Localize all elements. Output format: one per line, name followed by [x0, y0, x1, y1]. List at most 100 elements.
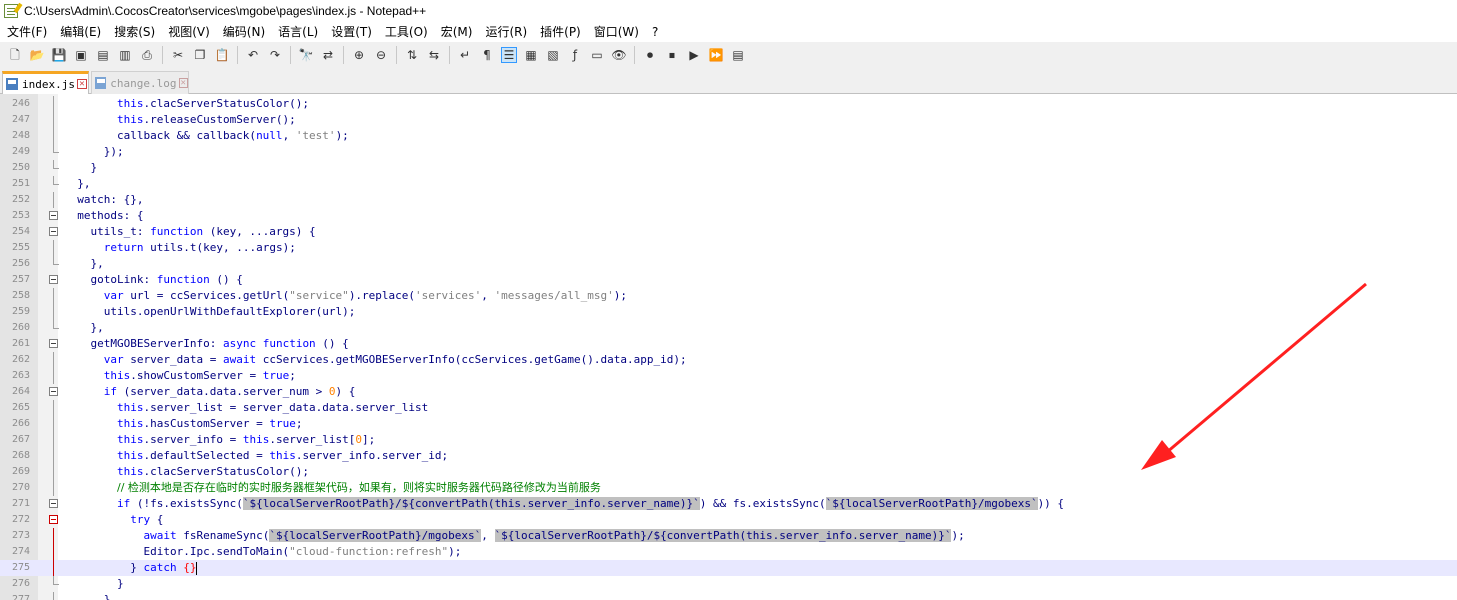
menu-item[interactable]: 视图(V): [161, 22, 216, 42]
code-line[interactable]: 255 return utils.t(key, ...args);: [0, 240, 1457, 256]
find-icon[interactable]: 🔭: [298, 47, 314, 63]
new-file-icon[interactable]: 🗋: [7, 47, 23, 63]
code-line[interactable]: 271 if (!fs.existsSync(`${localServerRoo…: [0, 496, 1457, 512]
code-line[interactable]: 259 utils.openUrlWithDefaultExplorer(url…: [0, 304, 1457, 320]
code-text: this.server_list = server_data.data.serv…: [64, 400, 428, 416]
save-icon[interactable]: 💾: [51, 47, 67, 63]
word-wrap-icon[interactable]: ↵: [457, 47, 473, 63]
menu-item[interactable]: 语言(L): [271, 22, 324, 42]
menu-item[interactable]: 编辑(E): [53, 22, 107, 42]
stop-macro-icon[interactable]: ⏹: [664, 47, 680, 63]
code-line[interactable]: 256 },: [0, 256, 1457, 272]
close-icon[interactable]: ✕: [76, 79, 87, 89]
fold-end: [53, 160, 59, 169]
code-line[interactable]: 251 },: [0, 176, 1457, 192]
code-line[interactable]: 270 // 检测本地是否存在临时的实时服务器框架代码，如果有，则将实时服务器代…: [0, 480, 1457, 496]
code-token: ];: [362, 433, 376, 446]
copy-icon[interactable]: ❐: [192, 47, 208, 63]
code-token: this: [103, 369, 131, 382]
show-all-chars-icon[interactable]: ¶: [479, 47, 495, 63]
code-text: if (server_data.data.server_num > 0) {: [64, 384, 356, 400]
fold-line: [53, 416, 54, 432]
tab-label: change.log: [110, 76, 177, 90]
code-line[interactable]: 273 await fsRenameSync(`${localServerRoo…: [0, 528, 1457, 544]
code-token: true: [269, 417, 296, 430]
code-line[interactable]: 261 getMGOBEServerInfo: async function (…: [0, 336, 1457, 352]
menu-item[interactable]: 运行(R): [478, 22, 533, 42]
user-language-icon[interactable]: ▦: [523, 47, 539, 63]
code-text: });: [64, 144, 124, 160]
close-icon[interactable]: ✕: [178, 78, 188, 88]
run-macro-multiple-icon[interactable]: ⏩: [708, 47, 724, 63]
save-all-icon[interactable]: ▣: [73, 47, 89, 63]
code-line[interactable]: 277 }: [0, 592, 1457, 600]
code-line[interactable]: 276 }: [0, 576, 1457, 592]
menu-item[interactable]: 窗口(W): [587, 22, 645, 42]
menu-item[interactable]: 文件(F): [0, 22, 53, 42]
code-token: .releaseCustomServer();: [143, 113, 296, 126]
menu-item[interactable]: 设置(T): [324, 22, 378, 42]
function-list-icon[interactable]: ƒ: [567, 47, 583, 63]
menu-item[interactable]: 宏(M): [434, 22, 479, 42]
code-editor[interactable]: 246 this.clacServerStatusColor(); 247 thi…: [0, 94, 1457, 600]
print-icon[interactable]: ⎙: [139, 47, 155, 63]
tab-index-js[interactable]: index.js ✕: [2, 71, 89, 94]
menu-item[interactable]: 搜索(S): [107, 22, 161, 42]
redo-icon[interactable]: ↷: [267, 47, 283, 63]
menu-item[interactable]: 编码(N): [216, 22, 271, 42]
code-line[interactable]: 272 try {: [0, 512, 1457, 528]
code-line[interactable]: 260 },: [0, 320, 1457, 336]
code-line[interactable]: 267 this.server_info = this.server_list[…: [0, 432, 1457, 448]
code-token: .showCustomServer =: [130, 369, 263, 382]
code-line[interactable]: 275 } catch {}: [0, 560, 1457, 576]
code-line[interactable]: 258 var url = ccServices.getUrl("service…: [0, 288, 1457, 304]
menu-item[interactable]: 工具(O): [378, 22, 434, 42]
fold-line: [53, 544, 54, 560]
zoom-in-icon[interactable]: ⊕: [351, 47, 367, 63]
cut-icon[interactable]: ✂: [170, 47, 186, 63]
sync-vertical-icon[interactable]: ⇅: [404, 47, 420, 63]
replace-icon[interactable]: ⇄: [320, 47, 336, 63]
code-line[interactable]: 252 watch: {},: [0, 192, 1457, 208]
record-macro-icon[interactable]: ⏺: [642, 47, 658, 63]
zoom-out-icon[interactable]: ⊖: [373, 47, 389, 63]
code-line[interactable]: 250 }: [0, 160, 1457, 176]
code-token: gotoLink:: [64, 273, 157, 286]
fold-minus-icon: [49, 275, 58, 284]
code-line[interactable]: 249 });: [0, 144, 1457, 160]
play-macro-icon[interactable]: ▶: [686, 47, 702, 63]
folder-workspace-icon[interactable]: ▭: [589, 47, 605, 63]
code-line[interactable]: 254 utils_t: function (key, ...args) {: [0, 224, 1457, 240]
line-number: 277: [11, 594, 30, 600]
code-line[interactable]: 257 gotoLink: function () {: [0, 272, 1457, 288]
doc-map-icon[interactable]: ▧: [545, 47, 561, 63]
code-line[interactable]: 246 this.clacServerStatusColor();: [0, 96, 1457, 112]
code-line[interactable]: 262 var server_data = await ccServices.g…: [0, 352, 1457, 368]
fold-end: [53, 144, 59, 153]
indent-guide-icon[interactable]: ☰: [501, 46, 517, 63]
monitoring-icon[interactable]: 👁: [611, 47, 627, 63]
code-line[interactable]: 274 Editor.Ipc.sendToMain("cloud-functio…: [0, 544, 1457, 560]
code-line[interactable]: 248 callback && callback(null, 'test');: [0, 128, 1457, 144]
close-all-icon[interactable]: ▥: [117, 47, 133, 63]
tab-change-log[interactable]: change.log ✕: [91, 71, 189, 94]
code-line[interactable]: 269 this.clacServerStatusColor();: [0, 464, 1457, 480]
menu-item[interactable]: 插件(P): [533, 22, 587, 42]
code-line[interactable]: 253 methods: {: [0, 208, 1457, 224]
line-number: 246: [11, 98, 30, 109]
code-line[interactable]: 268 this.defaultSelected = this.server_i…: [0, 448, 1457, 464]
code-line[interactable]: 266 this.hasCustomServer = true;: [0, 416, 1457, 432]
code-line[interactable]: 264 if (server_data.data.server_num > 0)…: [0, 384, 1457, 400]
paste-icon[interactable]: 📋: [214, 47, 230, 63]
close-file-icon[interactable]: ▤: [95, 47, 111, 63]
open-file-icon[interactable]: 📂: [29, 47, 45, 63]
code-line[interactable]: 263 this.showCustomServer = true;: [0, 368, 1457, 384]
undo-icon[interactable]: ↶: [245, 47, 261, 63]
menu-item[interactable]: ?: [645, 22, 664, 42]
toolbar-separator: [343, 45, 344, 64]
save-macro-icon[interactable]: ▤: [730, 47, 746, 63]
code-line[interactable]: 265 this.server_list = server_data.data.…: [0, 400, 1457, 416]
code-line[interactable]: 247 this.releaseCustomServer();: [0, 112, 1457, 128]
sync-horizontal-icon[interactable]: ⇆: [426, 47, 442, 63]
